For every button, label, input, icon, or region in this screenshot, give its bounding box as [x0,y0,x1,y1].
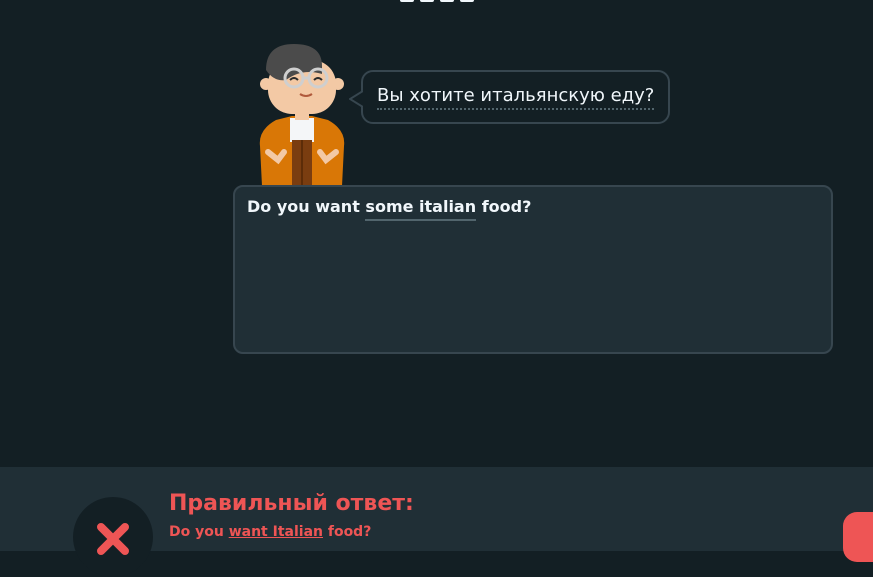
close-icon [97,523,129,555]
status-badge [73,497,153,577]
answer-highlight: some italian [365,197,477,221]
speech-bubble: Вы хотите итальянскую еду? [349,70,671,124]
prompt-text[interactable]: Вы хотите итальянскую еду? [377,85,655,110]
bubble-tail [349,90,363,108]
answer-input[interactable]: Do you want some italian food? [233,185,833,354]
continue-button[interactable] [843,512,873,562]
feedback-title: Правильный ответ: [169,491,414,516]
correct-answer-highlight: want Italian [228,524,323,540]
character-avatar [259,44,345,186]
correct-answer-prefix: Do you [169,524,229,540]
feedback-footer: Правильный ответ: Do you want Italian fo… [0,467,873,577]
answer-text-end: food? [476,197,532,216]
answer-text-start: Do you want [247,197,366,216]
answer-text: Do you want some italian food? [247,197,819,221]
correct-answer-suffix: food? [322,524,372,540]
page-title-fragment [400,0,500,6]
correct-answer: Do you want Italian food? [169,524,371,540]
